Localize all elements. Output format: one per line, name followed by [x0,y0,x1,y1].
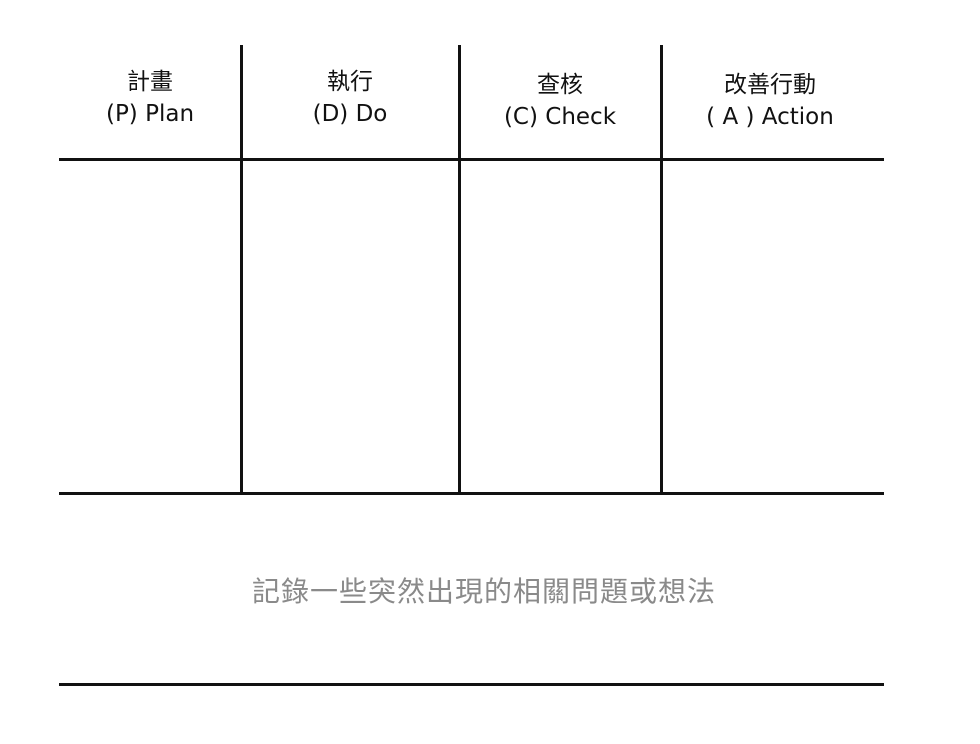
note-bottom-line [59,683,884,686]
column-header-en: (C) Check [503,104,617,131]
column-header-zh: 查核 [537,72,583,98]
column-header-plan: 計畫 (P) Plan [75,66,225,130]
plan-cell[interactable] [62,161,240,492]
table-bottom-line [59,492,884,495]
do-cell[interactable] [243,161,458,492]
check-cell[interactable] [461,161,660,492]
action-cell[interactable] [663,161,884,492]
column-header-check: 查核 (C) Check [480,69,640,133]
column-header-do: 執行 (D) Do [275,66,425,130]
notes-prompt: 記錄一些突然出現的相關問題或想法 [251,575,716,608]
column-header-en: ( A ) Action [706,104,834,131]
column-header-zh: 計畫 [127,69,173,95]
column-header-action: 改善行動 ( A ) Action [690,69,850,133]
column-header-zh: 改善行動 [724,72,816,98]
column-header-en: (D) Do [312,101,388,128]
column-header-en: (P) Plan [105,101,195,128]
column-header-zh: 執行 [327,69,373,95]
